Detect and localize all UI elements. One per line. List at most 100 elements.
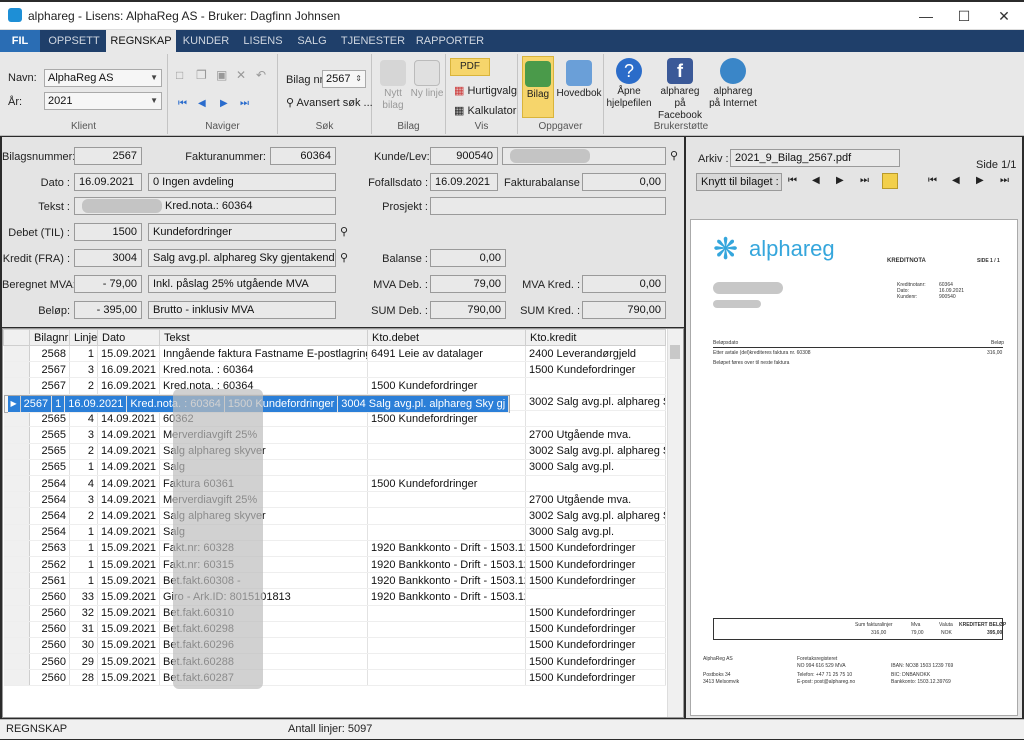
table-row[interactable]: 25603315.09.2021Giro - Ark.ID: 801510181… bbox=[3, 588, 666, 606]
table-row[interactable]: 2564114.09.2021Salg3000 Salg avg.pl. bbox=[3, 524, 666, 541]
table-row[interactable]: 2567 2 16.09.2021 Kred.nota. : 60364 1500 Ku… bbox=[3, 377, 666, 395]
prev-record-icon[interactable]: ◀ bbox=[198, 98, 206, 109]
note-icon[interactable] bbox=[882, 173, 898, 189]
pdf-toggle[interactable]: PDF bbox=[450, 58, 490, 76]
new-voucher-button[interactable]: Nytt bilag bbox=[376, 60, 410, 112]
row-indicator bbox=[3, 361, 30, 379]
facebook-icon: f bbox=[667, 58, 693, 84]
fofallsdato-field[interactable]: 16.09.2021 bbox=[430, 173, 498, 191]
minimize-icon[interactable]: — bbox=[908, 6, 944, 26]
sum-kred-label: SUM Kred. : bbox=[520, 305, 580, 317]
table-row[interactable]: 2562115.09.2021Fakt.nr: 603151920 Bankko… bbox=[3, 556, 666, 574]
table-row[interactable]: 25603015.09.2021Bet.fakt.602961500 Kunde… bbox=[3, 637, 666, 655]
tab-fil[interactable]: FIL bbox=[0, 30, 40, 52]
new-doc-icon[interactable]: □ bbox=[176, 68, 183, 82]
row-indicator bbox=[3, 459, 30, 477]
table-row[interactable]: 2561115.09.2021Bet.fakt.60308 -1920 Bank… bbox=[3, 572, 666, 590]
table-row[interactable]: 25602815.09.2021Bet.fakt.602871500 Kunde… bbox=[3, 669, 666, 687]
column-header[interactable] bbox=[3, 329, 30, 346]
first-page-icon[interactable]: ⏮ bbox=[788, 175, 797, 186]
kunde-field[interactable]: 900540 bbox=[430, 147, 498, 165]
prosjekt-field[interactable] bbox=[430, 197, 666, 215]
ledger-grid[interactable]: Bilagnr Linje Dato Tekst Kto.debet Kto.kredit… bbox=[2, 328, 684, 718]
undo-icon[interactable]: ↶ bbox=[256, 68, 266, 82]
last-page-icon[interactable]: ⏭ bbox=[860, 175, 869, 186]
column-header[interactable]: Kto.kredit bbox=[525, 329, 666, 346]
hovedbok-button[interactable]: Hovedbok bbox=[556, 60, 602, 100]
table-cell: 1920 Bankkonto - Drift - 1503.12.3976 bbox=[367, 588, 526, 606]
ledger-icon bbox=[566, 60, 592, 86]
prev-page-icon[interactable]: ◀ bbox=[812, 175, 820, 186]
table-cell: 2560 bbox=[29, 637, 70, 655]
next-record-icon[interactable]: ▶ bbox=[220, 98, 228, 109]
table-row[interactable]: 2565214.09.2021Salg alphareg skyver3002 … bbox=[3, 443, 666, 460]
bilagnr-input[interactable]: 2567 ⇕ bbox=[322, 70, 366, 88]
prev-doc-icon[interactable]: ◀ bbox=[952, 175, 960, 186]
column-header[interactable]: Bilagnr bbox=[29, 329, 70, 346]
table-row[interactable]: 2565114.09.2021Salg3000 Salg avg.pl. bbox=[3, 459, 666, 477]
table-row[interactable]: 2565414.09.2021603621500 Kundefordringer bbox=[3, 410, 666, 428]
sum-kred-field: 790,00 bbox=[582, 301, 666, 319]
table-cell: Inngående faktura Fastname E-postlagring… bbox=[159, 345, 368, 363]
table-row[interactable]: 2564214.09.2021Salg alphareg skyver3002 … bbox=[3, 507, 666, 525]
save-icon[interactable]: ▣ bbox=[216, 68, 227, 82]
tab-oppsett[interactable]: OPPSETT bbox=[44, 30, 104, 52]
tab-rapporter[interactable]: RAPPORTER bbox=[412, 30, 488, 52]
table-cell: 16.09.2021 bbox=[64, 395, 128, 413]
pdf-preview[interactable]: ❋ alphareg KREDITNOTA SIDE 1 / 1 Kreditn… bbox=[690, 219, 1018, 716]
column-header[interactable]: Linje bbox=[69, 329, 98, 346]
hurtigvalg-button[interactable]: ▦ Hurtigvalg bbox=[454, 84, 517, 97]
table-row[interactable]: 2565314.09.2021Merverdiavgift 25%2700 Ut… bbox=[3, 426, 666, 444]
last-record-icon[interactable]: ⏭ bbox=[240, 98, 249, 109]
copy-icon[interactable]: ❐ bbox=[196, 68, 207, 82]
close-icon[interactable]: ✕ bbox=[986, 6, 1022, 26]
advanced-search-button[interactable]: ⚲ Avansert søk ... bbox=[286, 96, 373, 109]
search-customer-icon[interactable]: ⚲ bbox=[670, 149, 678, 162]
table-row[interactable]: 2568 1 15.09.2021 Inngående faktura Fastnam… bbox=[3, 345, 666, 363]
table-row[interactable]: 25603215.09.2021Bet.fakt.603101500 Kunde… bbox=[3, 605, 666, 622]
delete-icon[interactable]: ✕ bbox=[236, 68, 246, 82]
knytt-button[interactable]: Knytt til bilaget : bbox=[696, 173, 782, 191]
table-row[interactable]: 25602915.09.2021Bet.fakt.602881500 Kunde… bbox=[3, 653, 666, 671]
table-row[interactable]: 25603115.09.2021Bet.fakt.602981500 Kunde… bbox=[3, 621, 666, 638]
bilag-task-button[interactable]: Bilag bbox=[522, 56, 554, 118]
help-button[interactable]: ? Åpne hjelpefilen bbox=[606, 58, 652, 110]
aar-select[interactable]: 2021 ▼ bbox=[44, 92, 162, 110]
table-row[interactable]: 2564314.09.2021Merverdiavgift 25%2700 Ut… bbox=[3, 491, 666, 509]
tab-tjenester[interactable]: TJENESTER bbox=[336, 30, 410, 52]
table-row[interactable]: 2564414.09.2021Faktura 603611500 Kundefo… bbox=[3, 475, 666, 493]
search-kredit-icon[interactable]: ⚲ bbox=[340, 251, 348, 264]
debet-field[interactable]: 1500 bbox=[74, 223, 142, 241]
search-debet-icon[interactable]: ⚲ bbox=[340, 225, 348, 238]
fakturanummer-field[interactable]: 60364 bbox=[270, 147, 336, 165]
first-record-icon[interactable]: ⏮ bbox=[178, 98, 187, 109]
kredit-field[interactable]: 3004 bbox=[74, 249, 142, 267]
kalkulator-button[interactable]: ▦ Kalkulator bbox=[454, 104, 516, 117]
tab-salg[interactable]: SALG bbox=[292, 30, 332, 52]
row-indicator bbox=[3, 345, 30, 363]
next-doc-icon[interactable]: ▶ bbox=[976, 175, 984, 186]
first-doc-icon[interactable]: ⏮ bbox=[928, 175, 937, 186]
tab-regnskap[interactable]: REGNSKAP bbox=[106, 30, 176, 52]
facebook-button[interactable]: f alphareg på Facebook bbox=[654, 58, 706, 122]
column-header[interactable]: Dato bbox=[97, 329, 160, 346]
tab-kunder[interactable]: KUNDER bbox=[178, 30, 234, 52]
table-row[interactable]: 2563115.09.2021Fakt.nr: 603281920 Bankko… bbox=[3, 540, 666, 557]
next-page-icon[interactable]: ▶ bbox=[836, 175, 844, 186]
avdeling-field[interactable]: 0 Ingen avdeling bbox=[148, 173, 336, 191]
tab-lisens[interactable]: LISENS bbox=[236, 30, 290, 52]
last-doc-icon[interactable]: ⏭ bbox=[1000, 175, 1009, 186]
table-row[interactable]: 2567 3 16.09.2021 Kred.nota. : 60364 1500 Ku… bbox=[3, 361, 666, 379]
belop-field[interactable]: - 395,00 bbox=[74, 301, 142, 319]
vertical-scrollbar[interactable] bbox=[667, 329, 683, 717]
maximize-icon[interactable]: ☐ bbox=[946, 6, 982, 26]
scroll-thumb[interactable] bbox=[670, 345, 680, 359]
column-header[interactable]: Kto.debet bbox=[367, 329, 526, 346]
internet-button[interactable]: alphareg på Internet bbox=[708, 58, 758, 110]
new-line-button[interactable]: Ny linje bbox=[410, 60, 444, 100]
dato-field[interactable]: 16.09.2021 bbox=[74, 173, 142, 191]
column-header[interactable]: Tekst bbox=[159, 329, 368, 346]
bilagsnummer-field[interactable]: 2567 bbox=[74, 147, 142, 165]
navn-select[interactable]: AlphaReg AS ▼ bbox=[44, 69, 162, 87]
arkiv-field[interactable]: 2021_9_Bilag_2567.pdf bbox=[730, 149, 900, 167]
